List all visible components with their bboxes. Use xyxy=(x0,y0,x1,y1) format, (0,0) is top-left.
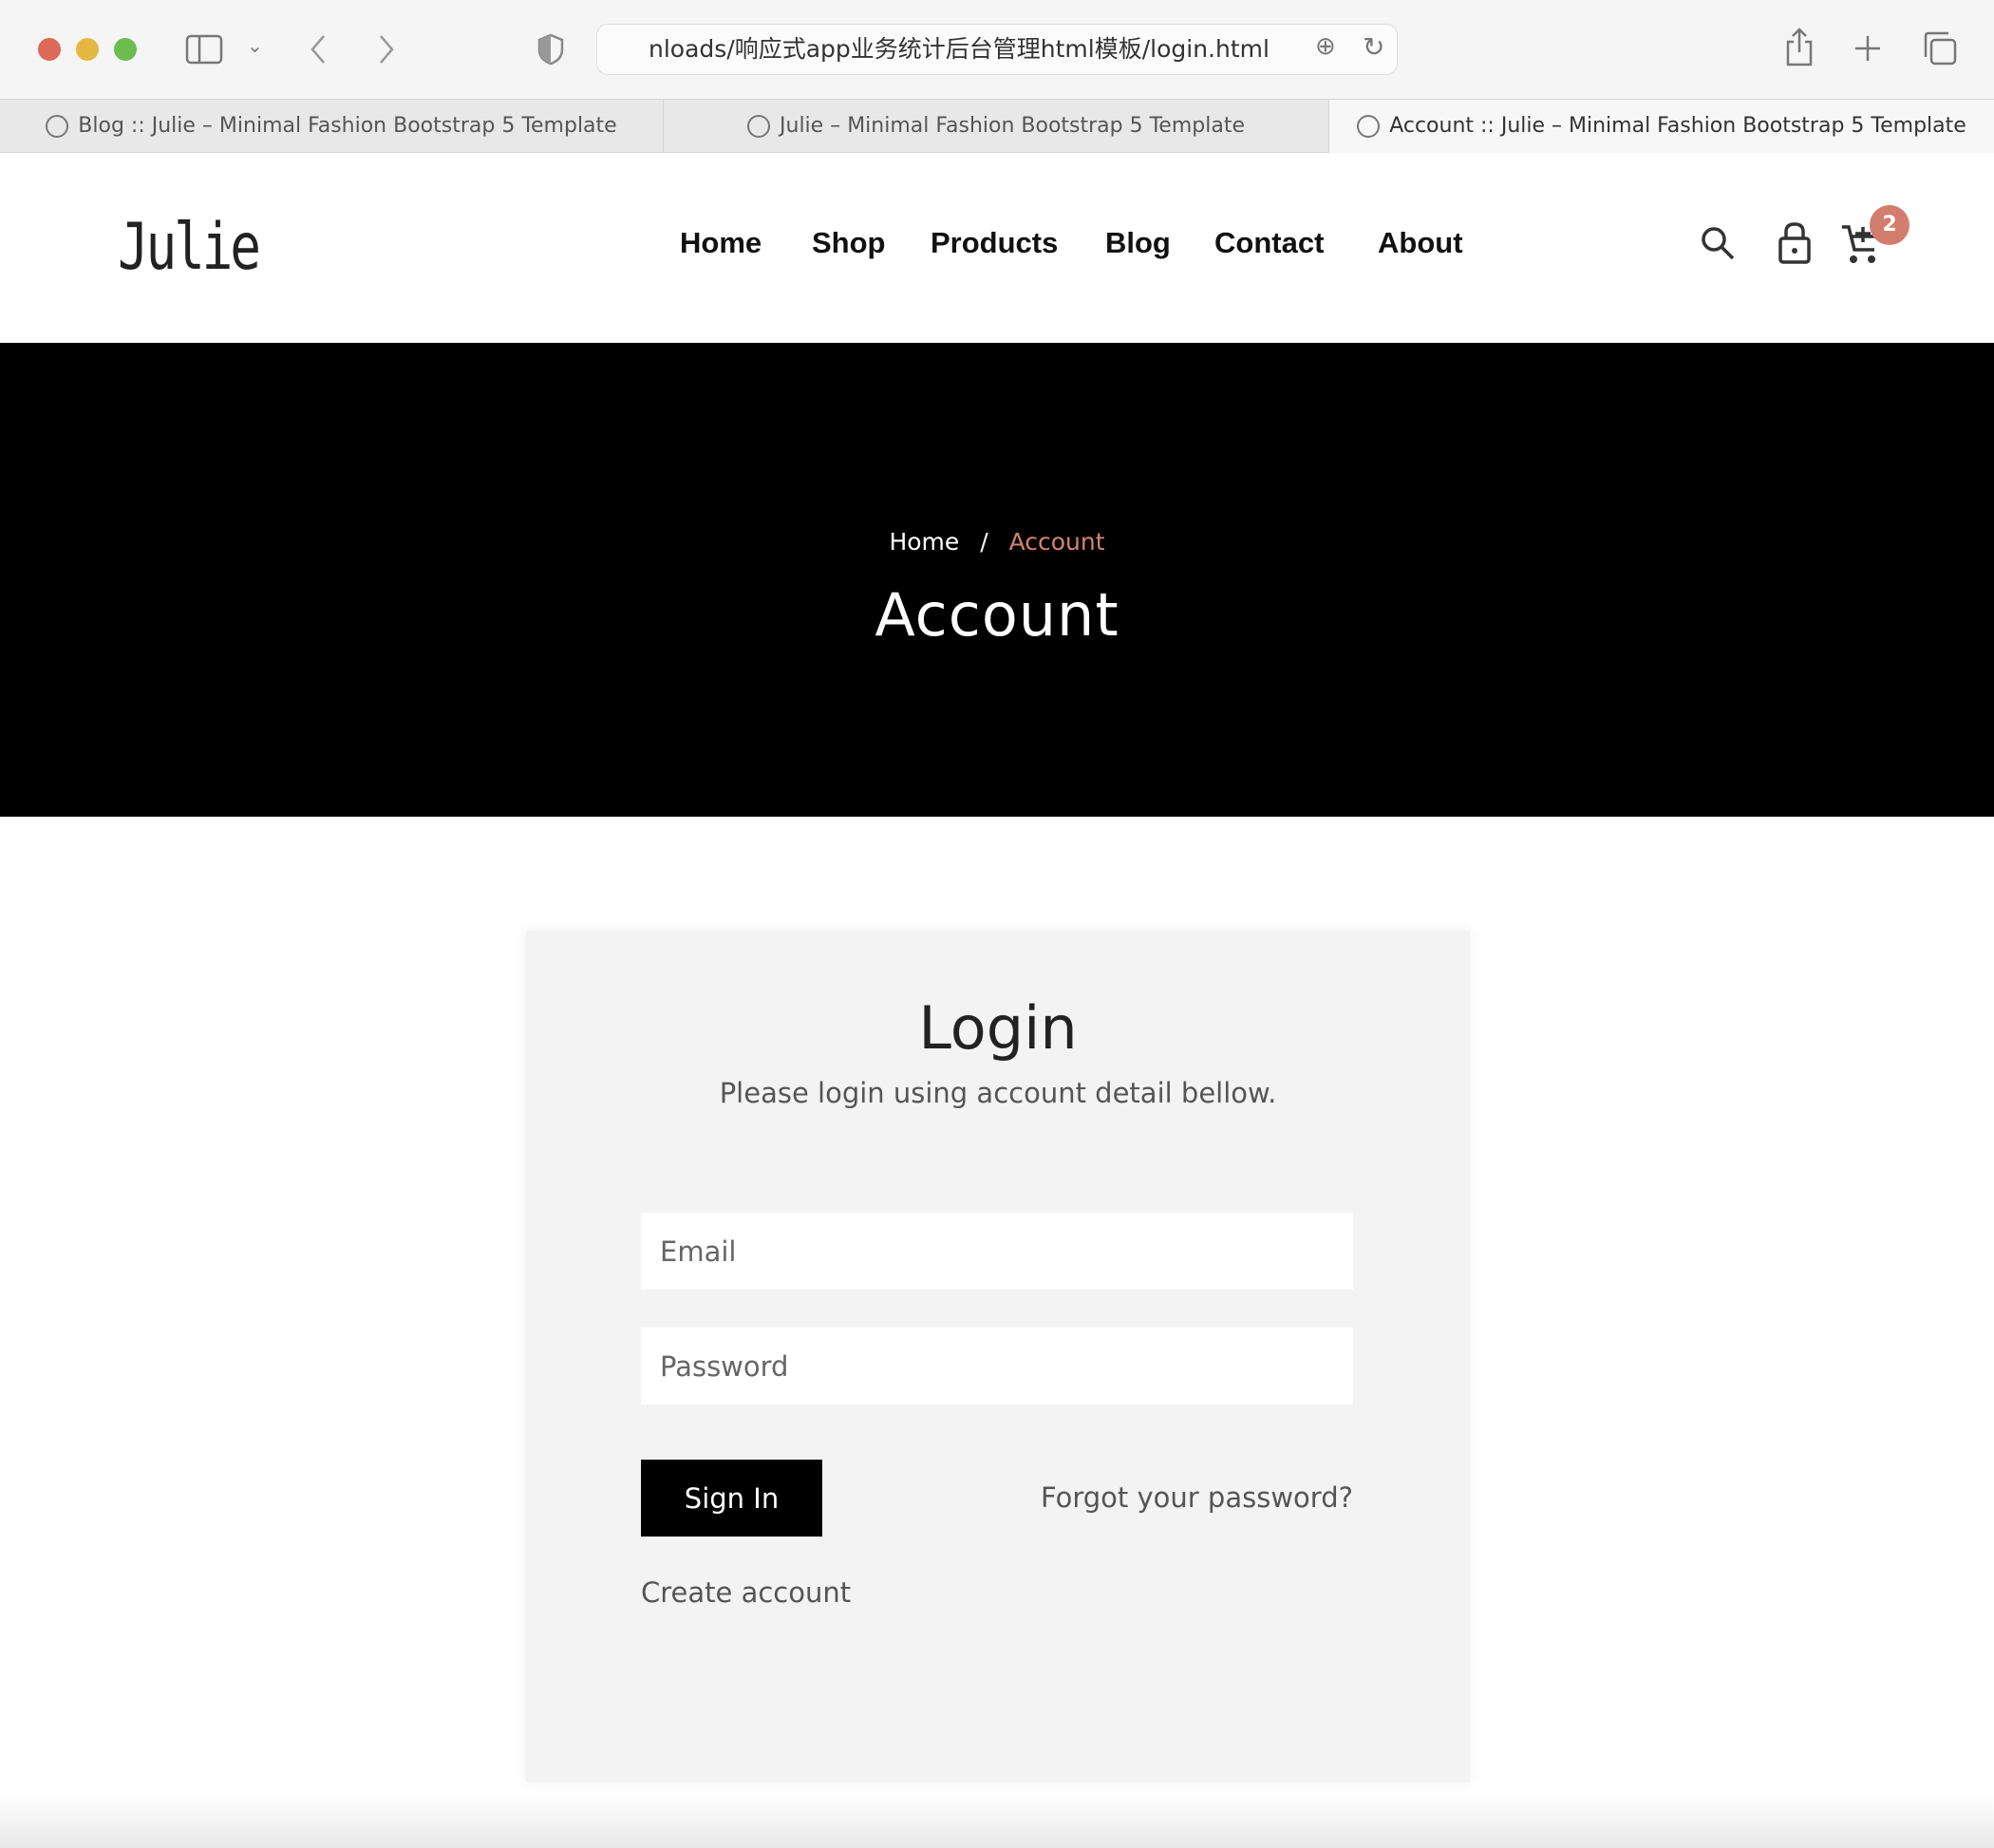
forward-icon[interactable] xyxy=(377,34,396,65)
sidebar-icon[interactable] xyxy=(185,34,223,65)
breadcrumb-current: Account xyxy=(1008,528,1105,556)
page-banner: Home / Account Account xyxy=(0,343,1994,817)
site-header: Julie Home Shop Products Blog Contact Ab… xyxy=(0,153,1994,343)
minimize-window-button[interactable] xyxy=(76,38,99,61)
breadcrumb: Home / Account xyxy=(0,528,1994,556)
lock-icon[interactable] xyxy=(1778,221,1812,265)
tab-home[interactable]: Julie – Minimal Fashion Bootstrap 5 Temp… xyxy=(664,100,1329,153)
breadcrumb-home[interactable]: Home xyxy=(889,528,959,556)
back-icon[interactable] xyxy=(309,34,328,65)
tab-bar: Blog :: Julie – Minimal Fashion Bootstra… xyxy=(0,99,1994,153)
tab-account[interactable]: Account :: Julie – Minimal Fashion Boots… xyxy=(1329,100,1994,153)
breadcrumb-separator: / xyxy=(980,528,988,556)
compass-icon xyxy=(1357,115,1381,138)
forgot-password-link[interactable]: Forgot your password? xyxy=(1041,1481,1353,1514)
cart-count-badge: 2 xyxy=(1870,205,1909,245)
sign-in-button[interactable]: Sign In xyxy=(641,1460,822,1537)
email-input[interactable] xyxy=(641,1213,1353,1290)
shield-icon[interactable] xyxy=(537,33,564,66)
share-icon[interactable] xyxy=(1785,27,1814,66)
compass-icon xyxy=(747,115,771,138)
login-title: Login xyxy=(918,993,1078,1063)
maximize-window-button[interactable] xyxy=(114,38,137,61)
page-title: Account xyxy=(875,580,1119,650)
search-icon[interactable] xyxy=(1700,225,1738,263)
new-tab-icon[interactable] xyxy=(1853,34,1882,63)
logo[interactable]: Julie xyxy=(118,210,261,285)
nav-blog[interactable]: Blog xyxy=(1105,226,1171,260)
browser-toolbar: ⌄ nloads/响应式app业务统计后台管理html模板/login.html… xyxy=(0,0,1994,99)
translate-icon[interactable]: ⊕ xyxy=(1315,34,1336,59)
bottom-shadow xyxy=(0,1795,1994,1848)
reload-icon[interactable]: ↻ xyxy=(1363,34,1384,61)
address-bar[interactable]: nloads/响应式app业务统计后台管理html模板/login.html xyxy=(596,24,1398,75)
tab-overview-icon[interactable] xyxy=(1922,30,1958,66)
nav-products[interactable]: Products xyxy=(931,226,1058,260)
chevron-down-icon[interactable]: ⌄ xyxy=(247,36,263,55)
nav-contact[interactable]: Contact xyxy=(1214,226,1324,260)
nav-about[interactable]: About xyxy=(1378,226,1463,260)
tab-blog[interactable]: Blog :: Julie – Minimal Fashion Bootstra… xyxy=(0,100,664,153)
password-input[interactable] xyxy=(641,1328,1353,1405)
nav-shop[interactable]: Shop xyxy=(812,226,886,260)
create-account-link[interactable]: Create account xyxy=(641,1576,851,1609)
login-subtitle: Please login using account detail bellow… xyxy=(719,1077,1277,1109)
login-card: Login Please login using account detail … xyxy=(526,931,1470,1782)
close-window-button[interactable] xyxy=(38,38,61,61)
nav-home[interactable]: Home xyxy=(680,226,762,260)
compass-icon xyxy=(46,115,69,138)
